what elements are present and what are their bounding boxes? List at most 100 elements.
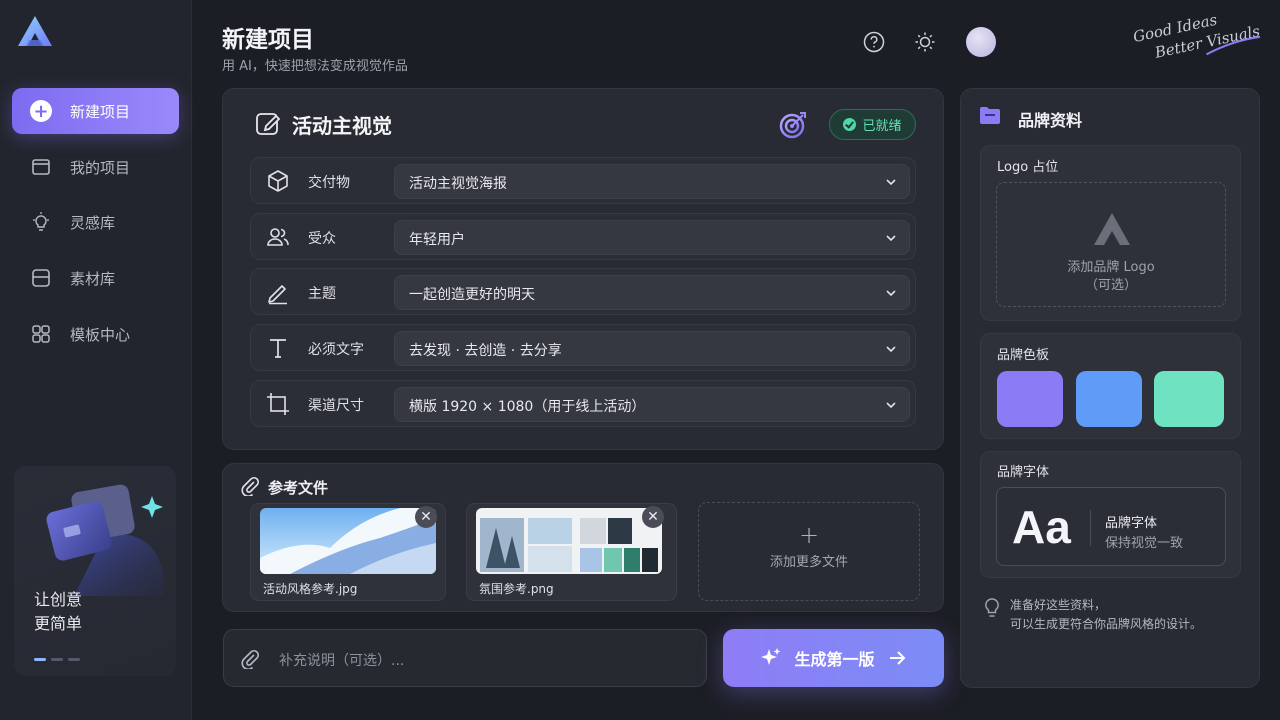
select-value: 横版 1920 × 1080（用于线上活动） <box>409 399 646 415</box>
sparkle-icon <box>761 648 781 665</box>
field-row-required-text: 必须文字 去发现 · 去创造 · 去分享 <box>250 324 916 371</box>
logo-upload-dropzone[interactable]: 添加品牌 Logo （可选） <box>996 182 1226 307</box>
logo-label: Logo 占位 <box>997 160 1059 175</box>
sidebar-item-new-project[interactable]: + 新建项目 <box>12 88 179 134</box>
field-label: 受众 <box>308 231 336 247</box>
remove-file-button[interactable]: ✕ <box>642 506 664 528</box>
carousel-dot[interactable] <box>34 658 46 661</box>
font-card[interactable]: Aa 品牌字体 保持视觉一致 <box>996 487 1226 566</box>
theme-toggle-icon[interactable] <box>913 30 937 54</box>
field-row-deliverable: 交付物 活动主视觉海报 <box>250 157 916 204</box>
audience-select[interactable]: 年轻用户 <box>394 220 910 255</box>
field-row-channel-size: 渠道尺寸 横版 1920 × 1080（用于线上活动） <box>250 380 916 427</box>
select-value: 去发现 · 去创造 · 去分享 <box>409 343 562 359</box>
carousel-dot[interactable] <box>68 658 80 661</box>
font-label: 品牌字体 <box>997 465 1050 480</box>
reference-file-card[interactable]: 氛围参考.png ✕ <box>466 503 677 601</box>
lightbulb-icon <box>982 597 1002 619</box>
promo-card[interactable]: 让创意 更简单 <box>14 466 176 676</box>
field-row-theme: 主题 一起创造更好的明天 <box>250 268 916 315</box>
plus-icon: + <box>798 521 820 549</box>
attach-icon[interactable] <box>240 649 260 669</box>
brand-tip-line-1: 准备好这些资料， <box>1010 598 1107 612</box>
brand-tip-line-2: 可以生成更符合你品牌风格的设计。 <box>1010 617 1203 631</box>
chevron-down-icon <box>886 179 896 186</box>
font-section: 品牌字体 Aa 品牌字体 保持视觉一致 <box>980 451 1241 578</box>
carousel-dots[interactable] <box>34 658 80 661</box>
field-label: 交付物 <box>308 175 350 191</box>
required-text-select[interactable]: 去发现 · 去创造 · 去分享 <box>394 331 910 366</box>
help-icon[interactable] <box>862 30 886 54</box>
promo-line-2: 更简单 <box>34 614 83 633</box>
crop-icon <box>265 391 291 417</box>
sidebar-item-templates[interactable]: 模板中心 <box>12 311 179 357</box>
app-logo[interactable] <box>16 14 54 48</box>
deliverable-select[interactable]: 活动主视觉海报 <box>394 164 910 199</box>
user-avatar[interactable] <box>966 27 996 57</box>
add-more-files-button[interactable]: + 添加更多文件 <box>698 502 920 601</box>
font-name: 品牌字体 <box>1105 516 1158 531</box>
logo-section: Logo 占位 添加品牌 Logo （可选） <box>980 145 1241 321</box>
check-circle-icon <box>843 118 857 131</box>
field-label: 主题 <box>308 286 336 302</box>
remove-file-button[interactable]: ✕ <box>415 506 437 528</box>
status-label: 已就绪 <box>862 119 902 134</box>
brand-panel-title: 品牌资料 <box>1018 111 1083 130</box>
logo-hint-line-2: （可选） <box>1084 278 1137 293</box>
edit-icon <box>254 110 282 138</box>
text-icon <box>265 335 291 361</box>
chevron-down-icon <box>886 235 896 242</box>
users-icon <box>265 224 291 250</box>
palette-section: 品牌色板 <box>980 333 1241 439</box>
notes-placeholder: 补充说明（可选）... <box>279 653 405 669</box>
promo-line-1: 让创意 <box>34 590 83 609</box>
folder-icon <box>979 106 1001 126</box>
theme-select[interactable]: 一起创造更好的明天 <box>394 275 910 310</box>
field-label: 必须文字 <box>308 342 364 358</box>
generate-label: 生成第一版 <box>794 650 875 669</box>
color-swatch[interactable] <box>1154 371 1224 427</box>
brand-tip: 准备好这些资料， 可以生成更符合你品牌风格的设计。 <box>1010 596 1202 634</box>
sidebar-item-label: 素材库 <box>70 269 116 288</box>
select-value: 年轻用户 <box>409 232 465 248</box>
template-icon <box>30 323 52 345</box>
page-title: 新建项目 <box>222 27 314 53</box>
status-badge: 已就绪 <box>829 109 916 140</box>
pencil-icon <box>265 279 291 305</box>
generate-button[interactable]: 生成第一版 <box>723 629 944 687</box>
font-sample: Aa <box>1012 501 1071 553</box>
sidebar-item-assets[interactable]: 素材库 <box>12 255 179 301</box>
color-swatch[interactable] <box>997 371 1063 427</box>
logo-hint: 添加品牌 Logo （可选） <box>997 259 1225 295</box>
notes-input[interactable]: 补充说明（可选）... <box>223 629 707 687</box>
color-swatch[interactable] <box>1076 371 1142 427</box>
campaign-title: 活动主视觉 <box>292 114 392 138</box>
arrow-right-icon <box>889 651 905 665</box>
divider <box>1090 510 1091 546</box>
slogan-text: Good Ideas Better Visuals <box>1131 1 1262 66</box>
lightbulb-icon <box>30 211 52 233</box>
sidebar-item-my-projects[interactable]: 我的项目 <box>12 144 179 190</box>
reference-file-card[interactable]: 活动风格参考.jpg ✕ <box>250 503 446 601</box>
select-value: 一起创造更好的明天 <box>409 287 535 303</box>
channel-size-select[interactable]: 横版 1920 × 1080（用于线上活动） <box>394 387 910 422</box>
target-icon[interactable] <box>778 110 808 140</box>
carousel-dot[interactable] <box>51 658 63 661</box>
add-more-files-label: 添加更多文件 <box>769 555 848 570</box>
logo-placeholder-icon <box>1094 213 1130 245</box>
sidebar-item-label: 我的项目 <box>70 158 131 177</box>
plus-circle-icon: + <box>30 100 52 122</box>
sidebar-item-label: 模板中心 <box>70 325 131 344</box>
reference-files-title: 参考文件 <box>268 479 329 497</box>
sidebar-item-inspiration[interactable]: 灵感库 <box>12 199 179 245</box>
folder-icon <box>30 156 52 178</box>
cube-icon <box>265 168 291 194</box>
reference-file-name: 氛围参考.png <box>479 582 554 596</box>
font-description: 保持视觉一致 <box>1105 536 1184 551</box>
chevron-down-icon <box>886 290 896 297</box>
sidebar: + 新建项目 我的项目 灵感库 素材库 模板中心 让创意 更简单 <box>0 0 192 720</box>
reference-file-name: 活动风格参考.jpg <box>263 582 358 596</box>
promo-illustration <box>46 484 164 596</box>
chevron-down-icon <box>886 346 896 353</box>
reference-thumbnail <box>476 508 662 574</box>
